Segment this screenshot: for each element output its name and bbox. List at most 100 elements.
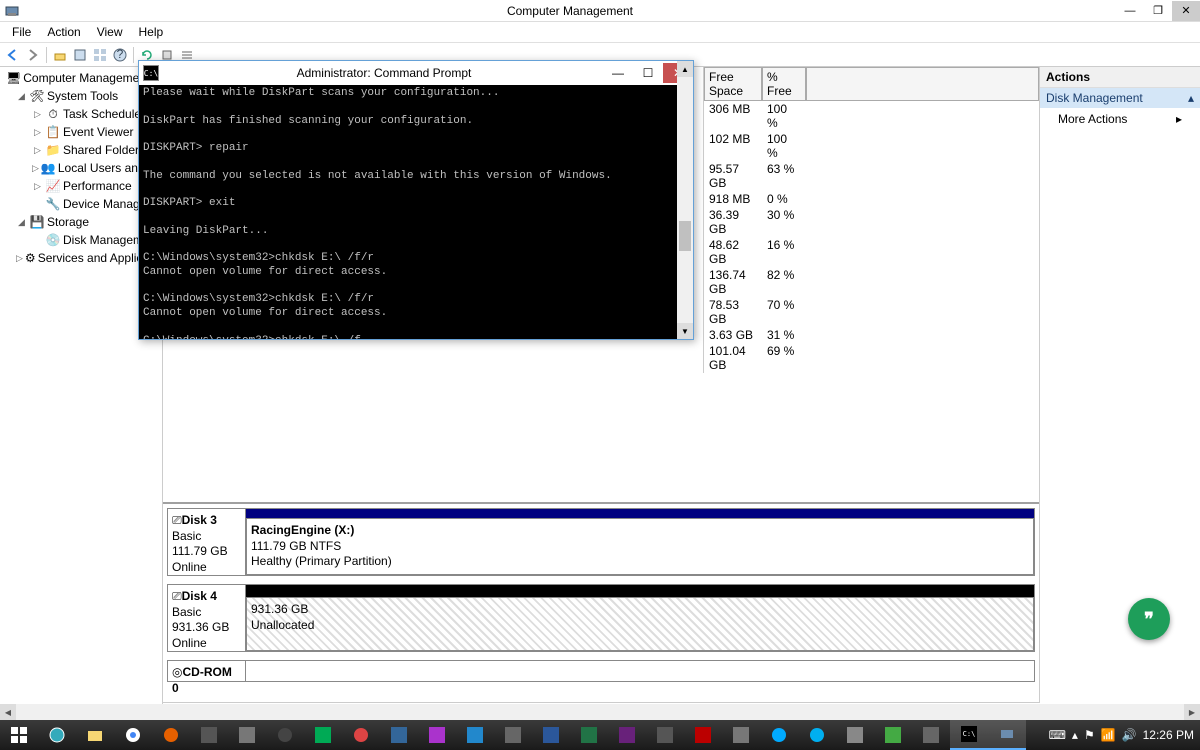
scroll-thumb[interactable] bbox=[679, 221, 691, 251]
menu-action[interactable]: Action bbox=[39, 23, 88, 41]
table-row[interactable]: 918 MB0 % bbox=[704, 191, 1039, 207]
task-explorer[interactable] bbox=[76, 720, 114, 750]
task-skype[interactable] bbox=[798, 720, 836, 750]
scroll-down-button[interactable]: ▼ bbox=[677, 323, 693, 339]
volume-name: RacingEngine (X:) bbox=[251, 523, 354, 537]
start-button[interactable] bbox=[0, 720, 38, 750]
task-firefox[interactable] bbox=[152, 720, 190, 750]
forward-button[interactable] bbox=[24, 46, 42, 64]
table-row[interactable]: 48.62 GB16 % bbox=[704, 237, 1039, 267]
tray-flag-icon[interactable]: ⚑ bbox=[1084, 728, 1095, 742]
scroll-left-button[interactable]: ◀ bbox=[0, 704, 16, 720]
actions-header: Actions bbox=[1040, 67, 1200, 88]
scroll-right-button[interactable]: ▶ bbox=[1184, 704, 1200, 720]
back-button[interactable] bbox=[4, 46, 22, 64]
volume-unallocated[interactable]: 931.36 GB Unallocated bbox=[246, 585, 1034, 651]
tray-keyboard-icon[interactable]: ⌨ bbox=[1049, 728, 1066, 742]
cell-pct: 100 % bbox=[762, 101, 806, 131]
expand-icon[interactable]: ▷ bbox=[32, 145, 43, 156]
menu-file[interactable]: File bbox=[4, 23, 39, 41]
table-row[interactable]: 36.39 GB30 % bbox=[704, 207, 1039, 237]
horizontal-scrollbar[interactable]: ◀ ▶ bbox=[0, 704, 1200, 720]
task-app10[interactable] bbox=[646, 720, 684, 750]
expand-icon[interactable]: ▷ bbox=[32, 127, 43, 138]
task-compmgmt[interactable] bbox=[988, 720, 1026, 750]
system-tray[interactable]: ⌨ ▴ ⚑ 📶 🔊 12:26 PM bbox=[1049, 728, 1200, 742]
table-row[interactable]: 95.57 GB63 % bbox=[704, 161, 1039, 191]
task-vs[interactable] bbox=[608, 720, 646, 750]
expand-icon[interactable]: ▷ bbox=[32, 163, 39, 174]
disk-row-cdrom[interactable]: ◎CD-ROM 0 bbox=[167, 660, 1035, 682]
menu-help[interactable]: Help bbox=[131, 23, 172, 41]
task-app1[interactable] bbox=[190, 720, 228, 750]
tray-volume-icon[interactable]: 🔊 bbox=[1122, 728, 1137, 742]
col-blank[interactable] bbox=[806, 67, 1039, 101]
col-free-space[interactable]: Free Space bbox=[704, 67, 762, 101]
table-row[interactable]: 102 MB100 % bbox=[704, 131, 1039, 161]
task-app2[interactable] bbox=[228, 720, 266, 750]
more-actions[interactable]: More Actions▸ bbox=[1040, 108, 1200, 130]
scroll-up-button[interactable]: ▲ bbox=[677, 61, 693, 77]
col-pct-free[interactable]: % Free bbox=[762, 67, 806, 101]
task-filezilla[interactable] bbox=[684, 720, 722, 750]
expand-icon[interactable]: ▷ bbox=[32, 181, 43, 192]
collapse-icon[interactable]: ◢ bbox=[16, 217, 27, 228]
disk-icon: ⎚ bbox=[172, 589, 182, 603]
cell-free: 78.53 GB bbox=[704, 297, 762, 327]
tray-network-icon[interactable]: 📶 bbox=[1101, 728, 1116, 742]
task-app9[interactable] bbox=[494, 720, 532, 750]
cmd-scrollbar[interactable]: ▲ ▼ bbox=[677, 61, 693, 339]
minimize-button[interactable]: — bbox=[1116, 1, 1144, 21]
volume-header bbox=[246, 509, 1034, 518]
actions-section[interactable]: Disk Management▴ bbox=[1040, 88, 1200, 108]
cmd-minimize-button[interactable]: — bbox=[603, 63, 633, 83]
task-app7[interactable] bbox=[418, 720, 456, 750]
disk-4-label: ⎚Disk 4 Basic 931.36 GB Online bbox=[168, 585, 246, 651]
maximize-button[interactable]: ❐ bbox=[1144, 1, 1172, 21]
task-excel[interactable] bbox=[570, 720, 608, 750]
taskbar[interactable]: C:\ ⌨ ▴ ⚑ 📶 🔊 12:26 PM bbox=[0, 720, 1200, 750]
disk-row-4[interactable]: ⎚Disk 4 Basic 931.36 GB Online 931.36 GB… bbox=[167, 584, 1035, 652]
tray-up-icon[interactable]: ▴ bbox=[1072, 728, 1078, 742]
task-word[interactable] bbox=[532, 720, 570, 750]
hangouts-fab[interactable]: ❞ bbox=[1128, 598, 1170, 640]
table-row[interactable]: 136.74 GB82 % bbox=[704, 267, 1039, 297]
volume-racingengine[interactable]: RacingEngine (X:) 111.79 GB NTFS Healthy… bbox=[246, 509, 1034, 575]
properties-button[interactable] bbox=[71, 46, 89, 64]
help-button[interactable]: ? bbox=[111, 46, 129, 64]
collapse-icon[interactable]: ◢ bbox=[16, 91, 27, 102]
command-prompt-window[interactable]: C:\ Administrator: Command Prompt — ☐ ✕ … bbox=[138, 60, 694, 340]
task-app3[interactable] bbox=[266, 720, 304, 750]
table-row[interactable]: 78.53 GB70 % bbox=[704, 297, 1039, 327]
task-app4[interactable] bbox=[304, 720, 342, 750]
cell-pct: 30 % bbox=[762, 207, 806, 237]
task-app8[interactable] bbox=[456, 720, 494, 750]
cell-pct: 70 % bbox=[762, 297, 806, 327]
task-cmd[interactable]: C:\ bbox=[950, 720, 988, 750]
table-row[interactable]: 3.63 GB31 % bbox=[704, 327, 1039, 343]
table-row[interactable]: 101.04 GB69 % bbox=[704, 343, 1039, 373]
task-app15[interactable] bbox=[912, 720, 950, 750]
tray-clock[interactable]: 12:26 PM bbox=[1143, 728, 1194, 742]
up-button[interactable] bbox=[51, 46, 69, 64]
table-row[interactable]: 306 MB100 % bbox=[704, 101, 1039, 131]
disk-graphic-pane[interactable]: ⎚Disk 3 Basic 111.79 GB Online RacingEng… bbox=[163, 502, 1039, 720]
cmd-maximize-button[interactable]: ☐ bbox=[633, 63, 663, 83]
task-app6[interactable] bbox=[380, 720, 418, 750]
cmd-output[interactable]: Please wait while DiskPart scans your co… bbox=[139, 85, 693, 339]
grid-button[interactable] bbox=[91, 46, 109, 64]
task-ie[interactable] bbox=[38, 720, 76, 750]
cmd-titlebar[interactable]: C:\ Administrator: Command Prompt — ☐ ✕ bbox=[139, 61, 693, 85]
expand-icon[interactable]: ▷ bbox=[16, 253, 23, 264]
task-app12[interactable] bbox=[760, 720, 798, 750]
task-chrome[interactable] bbox=[114, 720, 152, 750]
close-button[interactable]: ✕ bbox=[1172, 1, 1200, 21]
task-app14[interactable] bbox=[874, 720, 912, 750]
task-app5[interactable] bbox=[342, 720, 380, 750]
disk-row-3[interactable]: ⎚Disk 3 Basic 111.79 GB Online RacingEng… bbox=[167, 508, 1035, 576]
task-app13[interactable] bbox=[836, 720, 874, 750]
expand-icon[interactable]: ▷ bbox=[32, 109, 43, 120]
menu-view[interactable]: View bbox=[89, 23, 131, 41]
task-app11[interactable] bbox=[722, 720, 760, 750]
volume-table[interactable]: Free Space % Free 306 MB100 %102 MB100 %… bbox=[703, 67, 1039, 373]
